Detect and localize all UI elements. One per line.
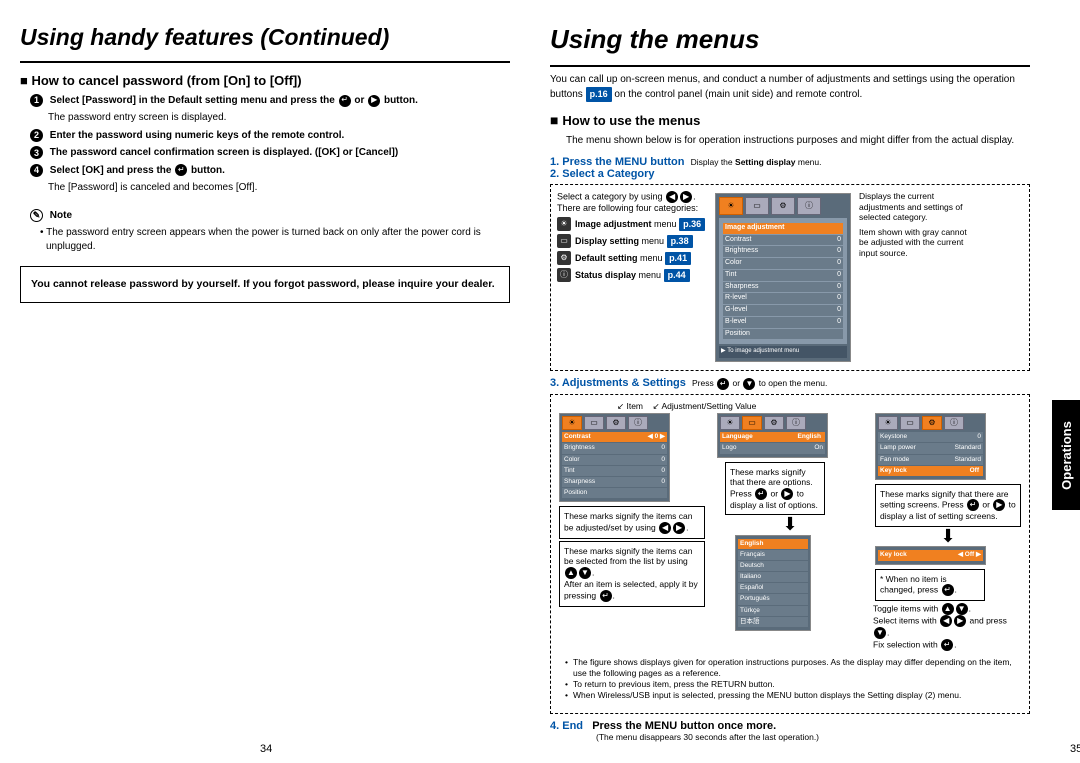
left-page: Using handy features (Continued) ■ How t… [0, 0, 530, 763]
side-tab-operations: Operations [1052, 400, 1080, 510]
osd-adj-2: ☀▭⚙ⓘ LanguageEnglish LogoOn [717, 413, 828, 457]
default-setting-icon: ⚙ [557, 251, 571, 265]
num-1-icon: 1 [30, 94, 43, 107]
step-4: 4 Select [OK] and press the ↵ button. Th… [30, 164, 510, 195]
osd-adj-3: ☀▭⚙ⓘ Keystone0 Lamp powerStandard Fan mo… [875, 413, 986, 480]
intro-text: You can call up on-screen menus, and con… [550, 73, 1030, 102]
right-title: Using the menus [550, 24, 1030, 55]
step1-sub: The password entry screen is displayed. [48, 111, 510, 125]
osd-lang-list: English Français Deutsch Italiano Españo… [735, 535, 811, 631]
enter-icon: ↵ [339, 95, 351, 107]
help-box-options: These marks signify that there are optio… [725, 462, 825, 516]
help-box-2: These marks signify the items can be sel… [559, 541, 705, 607]
help-box-nochange: * When no item is changed, press ↵. [875, 569, 985, 602]
step-3: 3 The password cancel confirmation scree… [30, 146, 510, 160]
note-heading: ✎ Note [30, 209, 510, 223]
left-title: Using handy features (Continued) [20, 24, 510, 51]
page-ref-16: p.16 [586, 87, 612, 102]
step-2: 2 Enter the password using numeric keys … [30, 129, 510, 143]
notes-list: The figure shows displays given for oper… [557, 657, 1023, 701]
note-bullet: • The password entry screen appears when… [46, 226, 510, 254]
row-step3: 3. Adjustments & Settings Press ↵ or ▼ t… [550, 377, 1030, 390]
help-box-1: These marks signify the items can be adj… [559, 506, 705, 539]
num-4-icon: 4 [30, 164, 43, 177]
adjustments-box: ↙ Item ↙ Adjustment/Setting Value ☀▭⚙ⓘ C… [550, 394, 1030, 715]
image-adj-icon: ☀ [557, 217, 571, 231]
down-arrow-icon: ▼ [743, 378, 755, 390]
category-box: Select a category by using ◀▶. There are… [550, 184, 1030, 371]
row-step1-2: 1. Press the MENU button Display the Set… [550, 156, 1030, 180]
step-1: 1 Select [Password] in the Default setti… [30, 94, 510, 125]
step4-sub: The [Password] is canceled and becomes [… [48, 181, 510, 195]
note-icon: ✎ [30, 209, 43, 222]
num-2-icon: 2 [30, 129, 43, 142]
num-3-icon: 3 [30, 146, 43, 159]
right-arrow-icon: ▶ [368, 95, 380, 107]
help-box-screens: These marks signify that there are setti… [875, 484, 1021, 527]
section-heading: ■ How to cancel password (from [On] to [… [20, 73, 510, 88]
enter-icon-2: ↵ [175, 164, 187, 176]
howto-heading: How to use the menus [550, 112, 1030, 128]
page-number-left: 34 [260, 743, 272, 755]
howto-sub: The menu shown below is for operation in… [566, 134, 1030, 148]
right-arrow-icon-2: ▶ [680, 191, 692, 203]
osd-adj-1: ☀▭⚙ⓘ Contrast◀ 0 ▶ Brightness0 Color0 Ti… [559, 413, 670, 502]
osd-keylock: Key lock◀ Off ▶ [875, 546, 986, 564]
display-setting-icon: ▭ [557, 234, 571, 248]
left-arrow-icon: ◀ [666, 191, 678, 203]
page-number-right: 35 [1070, 743, 1080, 755]
hr2 [550, 65, 1030, 67]
enter-icon-3: ↵ [717, 378, 729, 390]
row-step4: 4. End Press the MENU button once more. … [550, 720, 1030, 743]
hr [20, 61, 510, 63]
osd-preview: ☀ ▭ ⚙ ⓘ Image adjustment Contrast0 Brigh… [715, 193, 851, 362]
status-display-icon: ⓘ [557, 268, 571, 282]
right-page: Using the menus You can call up on-scree… [530, 0, 1050, 763]
osd-tab-1: ☀ [719, 197, 743, 215]
warning-box: You cannot release password by yourself.… [20, 266, 510, 303]
